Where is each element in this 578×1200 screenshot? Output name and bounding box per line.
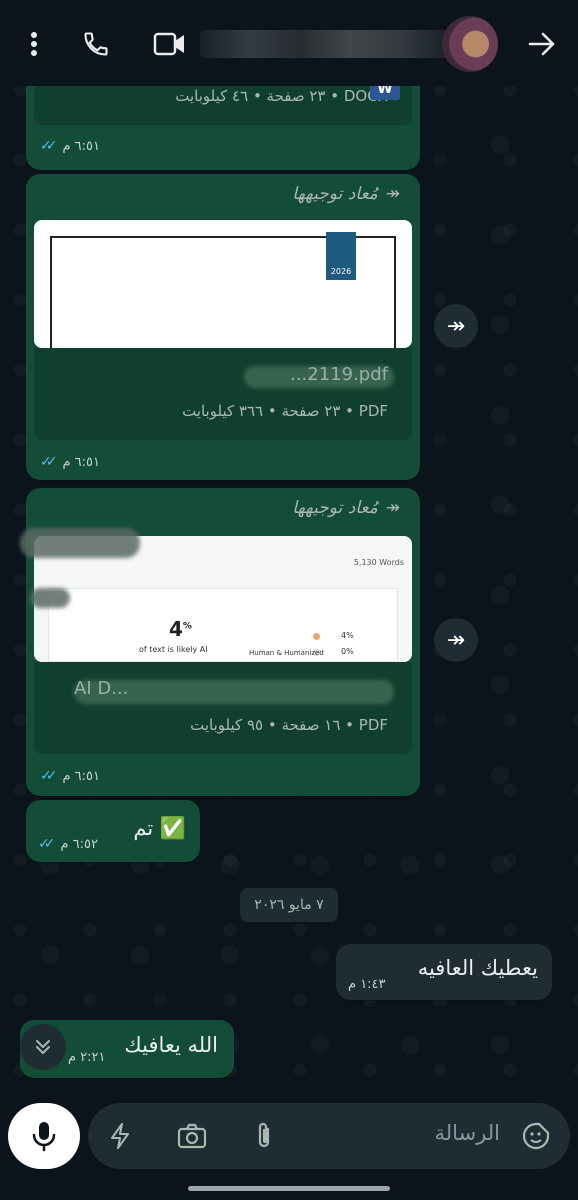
incoming-message[interactable]: يعطيك العافيه ١:٤٣ م	[336, 944, 552, 1000]
message-time: ٢:٢١ م	[68, 1050, 106, 1065]
phone-icon[interactable]	[76, 24, 116, 64]
legend-value: 4%	[341, 631, 354, 640]
ai-percent-value: 4	[169, 617, 183, 641]
camera-icon[interactable]	[174, 1118, 210, 1154]
message-placeholder: الرسالة	[434, 1121, 500, 1145]
contact-name[interactable]	[200, 30, 450, 58]
arrow-right-icon[interactable]	[522, 24, 562, 64]
document-info: ٢٣ صفحة • ٤٦ كيلوبايت • DOCX	[175, 87, 388, 105]
more-options-icon[interactable]	[14, 24, 54, 64]
forward-icon: ↠	[446, 627, 466, 653]
read-receipt-icon: ✓✓	[40, 138, 58, 154]
forwarded-icon: ↠	[385, 184, 400, 204]
legend-dot	[313, 633, 320, 640]
document-message[interactable]: مُعاد توجيهها ↠ 2026 ...2119.pdf ٢٣ صفحة…	[26, 174, 420, 480]
likely-ai-label: of text is likely AI	[139, 645, 208, 654]
redacted-area	[20, 528, 140, 558]
forwarded-text: مُعاد توجيهها	[292, 184, 378, 204]
paperclip-icon[interactable]	[246, 1118, 282, 1154]
message-input[interactable]: الرسالة	[88, 1103, 570, 1169]
message-time: ٦:٥١ م	[62, 138, 100, 154]
mic-button[interactable]	[8, 1103, 80, 1169]
read-receipt-icon: ✓✓	[40, 454, 58, 470]
file-name: AI D...	[74, 678, 129, 699]
message-meta: ✓✓ ٦:٥١ م	[40, 138, 100, 154]
redacted-area	[30, 588, 70, 608]
read-receipt-icon: ✓✓	[40, 768, 58, 784]
text-message[interactable]: تم ✅ ✓✓ ٦:٥٢ م	[26, 800, 200, 862]
read-receipt-icon: ✓✓	[38, 836, 56, 852]
home-indicator[interactable]	[188, 1186, 390, 1191]
forwarded-label: مُعاد توجيهها ↠	[292, 184, 400, 204]
message-time: ٦:٥١ م	[62, 768, 100, 784]
scroll-down-button[interactable]	[20, 1024, 66, 1070]
message-text: يعطيك العافيه	[417, 956, 538, 980]
message-time: ١:٤٣ م	[348, 977, 386, 992]
avatar[interactable]	[442, 16, 498, 72]
preview-panel: 4% of text is likely AI 4% 0% Human & Hu…	[48, 588, 398, 662]
video-call-icon[interactable]	[150, 24, 190, 64]
document-card[interactable]: ...2119.pdf ٢٣ صفحة • ٣٦٦ كيلوبايت • PDF	[34, 348, 412, 440]
bolt-icon[interactable]	[102, 1118, 138, 1154]
message-meta: ✓✓ ٦:٥١ م	[40, 454, 100, 470]
document-preview[interactable]: 2026	[34, 220, 412, 348]
message-meta: ✓✓ ٦:٥١ م	[40, 768, 100, 784]
mic-icon	[32, 1122, 56, 1152]
document-card[interactable]: AI D... ١٦ صفحة • ٩٥ كيلوبايت • PDF	[34, 662, 412, 754]
ai-percent-sign: %	[182, 621, 192, 632]
message-meta: ✓✓ ٦:٥٢ م	[38, 836, 98, 852]
word-count: 5,130 Words	[353, 558, 404, 567]
document-message[interactable]: مُعاد توجيهها ↠ 5,130 Words 4% of text i…	[20, 488, 420, 796]
message-text: تم ✅	[133, 816, 186, 840]
legend-value: 0%	[341, 647, 354, 656]
document-info: ١٦ صفحة • ٩٥ كيلوبايت • PDF	[190, 716, 388, 734]
forwarded-text: مُعاد توجيهها	[292, 498, 378, 518]
message-time: ٦:٥١ م	[62, 454, 100, 470]
date-separator: ٧ مايو ٢٠٢٦	[240, 888, 338, 922]
forward-icon: ↠	[446, 313, 466, 339]
chevron-double-down-icon	[36, 1040, 50, 1054]
forward-button[interactable]: ↠	[434, 618, 478, 662]
preview-badge: 2026	[326, 232, 356, 280]
forward-button[interactable]: ↠	[434, 304, 478, 348]
ai-percent: 4%	[169, 617, 192, 641]
forwarded-label: مُعاد توجيهها ↠	[292, 498, 400, 518]
message-time: ٦:٥٢ م	[60, 836, 98, 852]
legend-label: Human & Humanized	[249, 649, 324, 657]
forwarded-icon: ↠	[385, 498, 400, 518]
message-text: الله يعافيك	[124, 1033, 218, 1057]
sticker-icon[interactable]	[518, 1118, 554, 1154]
file-name: ...2119.pdf	[290, 364, 388, 385]
chat-header	[0, 0, 578, 86]
document-info: ٢٣ صفحة • ٣٦٦ كيلوبايت • PDF	[182, 402, 388, 420]
